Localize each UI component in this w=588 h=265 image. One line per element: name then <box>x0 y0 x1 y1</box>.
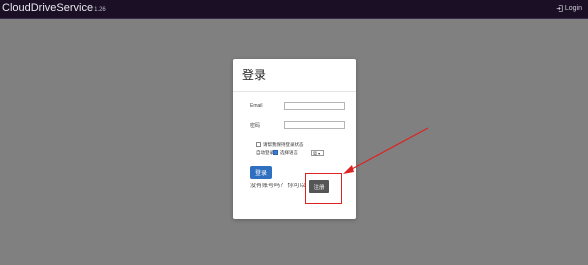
modal-title: 登录 <box>242 68 267 82</box>
register-button[interactable]: 注册 <box>309 180 329 193</box>
modal-header-divider <box>233 91 356 92</box>
sign-in-icon <box>556 5 563 12</box>
auto-login-label: 自动登录 <box>256 150 274 155</box>
email-label: Email <box>250 103 263 109</box>
remember-checkbox[interactable] <box>256 142 261 147</box>
login-modal: 登录 Email 密码 请帮我保持登录状态 自动登录 选择语言 简 ▾ 登录 没… <box>233 59 356 219</box>
brand-logo[interactable]: CloudDriveService1.26 <box>2 2 106 17</box>
brand-name: CloudDriveService <box>2 2 94 14</box>
language-select-value: 简 <box>313 151 317 156</box>
password-label: 密码 <box>250 123 261 129</box>
top-navbar: CloudDriveService1.26 Login <box>0 0 588 19</box>
language-label: 选择语言 <box>280 150 298 155</box>
login-submit-button[interactable]: 登录 <box>250 166 272 179</box>
email-field[interactable] <box>284 102 345 110</box>
login-link-label: Login <box>564 5 582 12</box>
remember-label: 请帮我保持登录状态 <box>263 142 304 147</box>
login-link[interactable]: Login <box>556 4 582 13</box>
language-select[interactable]: 简 ▾ <box>311 150 324 156</box>
brand-version: 1.26 <box>94 7 106 13</box>
auto-login-checkbox[interactable] <box>273 150 278 155</box>
password-field[interactable] <box>284 121 345 129</box>
no-account-text: 没有账号吗？ 你可以 <box>250 183 306 189</box>
